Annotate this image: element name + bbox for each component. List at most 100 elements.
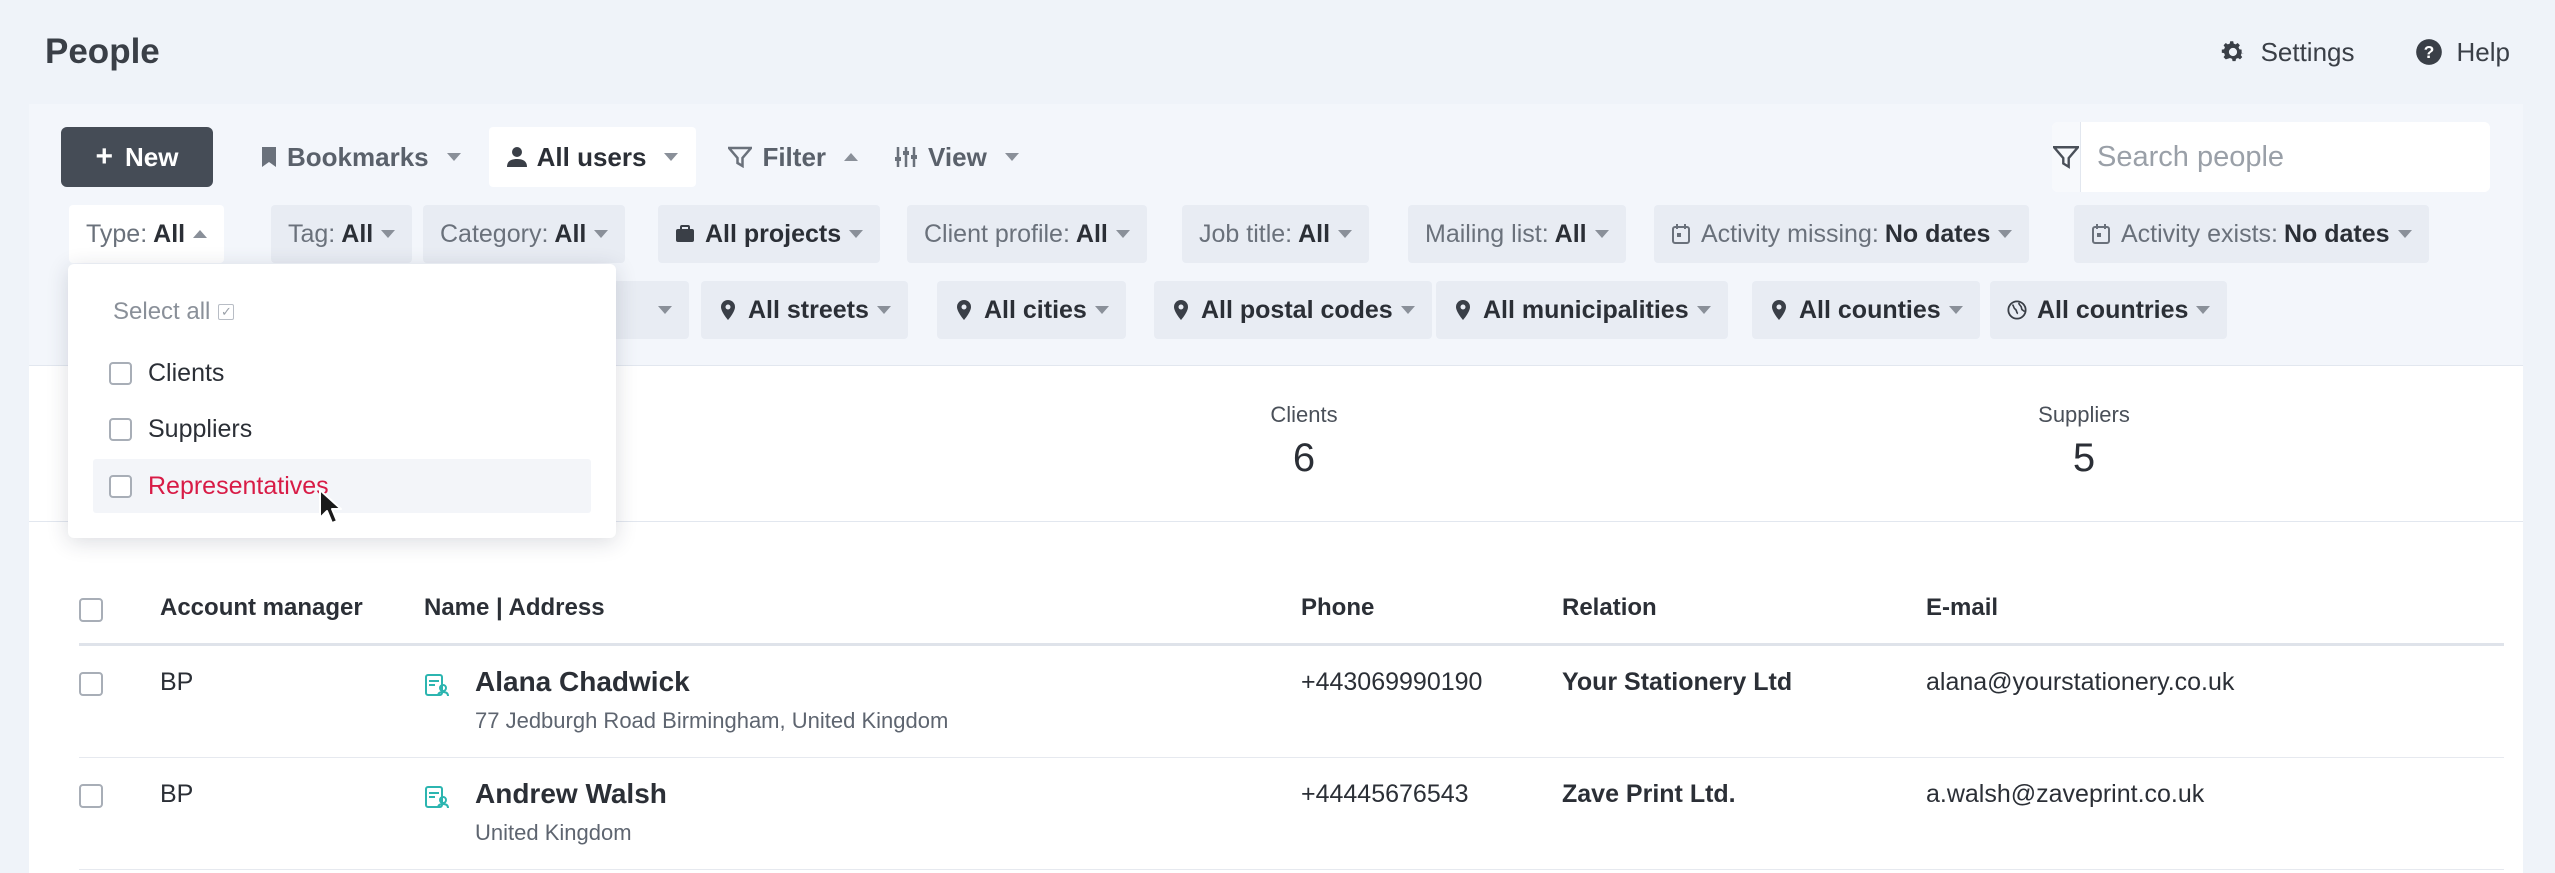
projects-filter-chip[interactable]: All projects <box>658 205 881 263</box>
page-title: People <box>45 32 160 71</box>
option-label: Representatives <box>148 471 329 500</box>
type-filter-chip[interactable]: Type: All <box>69 205 225 263</box>
option-label: Clients <box>148 358 225 387</box>
phone-cell[interactable]: +44445676543 <box>1301 780 1469 809</box>
contact-address: 77 Jedburgh Road Birmingham, United King… <box>475 708 949 733</box>
gear-icon <box>2221 41 2244 62</box>
countries-filter-chip[interactable]: All countries <box>1990 281 2228 339</box>
new-label: New <box>125 141 179 172</box>
activity-missing-filter-chip[interactable]: Activity missing: No dates <box>1654 205 2030 263</box>
name-address-cell: Alana Chadwick 77 Jedburgh Road Birmingh… <box>475 666 948 734</box>
stat-suppliers[interactable]: Suppliers 5 <box>1934 402 2234 481</box>
filter-toggle[interactable]: Filter <box>710 127 876 187</box>
top-actions: Settings ? Help <box>2219 37 2510 68</box>
globe-icon <box>2007 300 2027 320</box>
users-dropdown[interactable]: All users <box>488 127 697 187</box>
chevron-down-icon <box>1004 153 1019 161</box>
option-label: Suppliers <box>148 414 253 443</box>
row-checkbox[interactable] <box>79 672 103 696</box>
toolbar: + New Bookmarks All users Filter View <box>61 127 1037 187</box>
email-cell[interactable]: a.walsh@zaveprint.co.uk <box>1926 780 2204 809</box>
map-pin-icon <box>721 300 735 320</box>
job-title-filter-chip[interactable]: Job title: All <box>1182 205 1370 263</box>
chip-label: Job title: <box>1199 219 1293 248</box>
option-checkbox[interactable] <box>109 361 132 385</box>
search-box <box>2052 122 2490 192</box>
view-label: View <box>928 141 987 172</box>
municipalities-filter-chip[interactable]: All municipalities <box>1436 281 1728 339</box>
type-option-suppliers[interactable]: Suppliers <box>93 402 591 456</box>
stat-label: Suppliers <box>2038 402 2130 427</box>
column-email[interactable]: E-mail <box>1926 594 1998 622</box>
table-row[interactable]: BP Andrew Walsh United Kingdom +44445676… <box>79 758 2504 870</box>
row-checkbox[interactable] <box>79 784 103 808</box>
postal-codes-filter-chip[interactable]: All postal codes <box>1154 281 1432 339</box>
chip-value: All cities <box>984 295 1087 324</box>
search-input[interactable] <box>2081 122 2490 192</box>
chevron-down-icon <box>1094 306 1109 314</box>
contact-name-link[interactable]: Alana Chadwick <box>475 666 948 698</box>
chip-value: No dates <box>1884 219 1991 248</box>
map-pin-icon <box>957 300 971 320</box>
relation-cell[interactable]: Zave Print Ltd. <box>1562 780 1736 809</box>
activity-exists-filter-chip[interactable]: Activity exists: No dates <box>2074 205 2429 263</box>
select-all-option[interactable]: Select all ✓ <box>113 298 235 326</box>
client-profile-filter-chip[interactable]: Client profile: All <box>907 205 1147 263</box>
help-icon: ? <box>2415 39 2442 65</box>
check-icon: ✓ <box>218 304 235 320</box>
chip-label: Client profile: <box>924 219 1070 248</box>
chip-value: All <box>153 219 186 248</box>
account-manager-cell: BP <box>160 780 194 808</box>
chip-value: All <box>554 219 587 248</box>
contact-card-icon <box>425 674 449 697</box>
relation-cell[interactable]: Your Stationery Ltd <box>1562 668 1792 697</box>
streets-filter-chip[interactable]: All streets <box>701 281 908 339</box>
calendar-icon <box>2092 224 2110 244</box>
mailing-list-filter-chip[interactable]: Mailing list: All <box>1408 205 1626 263</box>
table-header: Account manager Name | Address Phone Rel… <box>79 574 2504 646</box>
email-cell[interactable]: alana@yourstationery.co.uk <box>1926 668 2234 697</box>
stat-clients[interactable]: Clients 6 <box>1154 402 1454 481</box>
chip-label: Tag: <box>288 219 336 248</box>
search-filter-button[interactable] <box>2052 122 2081 192</box>
chip-value: All counties <box>1799 295 1941 324</box>
tag-filter-chip[interactable]: Tag: All <box>271 205 413 263</box>
bookmarks-dropdown[interactable]: Bookmarks <box>243 127 479 187</box>
counties-filter-chip[interactable]: All counties <box>1752 281 1980 339</box>
cities-filter-chip[interactable]: All cities <box>937 281 1126 339</box>
chip-label: Type: <box>86 219 148 248</box>
chip-value: All projects <box>705 219 842 248</box>
view-dropdown[interactable]: View <box>876 127 1037 187</box>
map-pin-icon <box>1174 300 1188 320</box>
select-all-rows-checkbox[interactable] <box>79 598 103 622</box>
mouse-cursor-icon <box>319 489 342 524</box>
table-row[interactable]: BP Alana Chadwick 77 Jedburgh Road Birmi… <box>79 646 2504 758</box>
option-checkbox[interactable] <box>109 417 132 441</box>
help-link[interactable]: ? Help <box>2415 37 2510 68</box>
map-pin-icon <box>1456 300 1470 320</box>
bookmark-icon <box>262 147 276 167</box>
chip-value: All postal codes <box>1201 295 1393 324</box>
chevron-down-icon <box>381 230 396 238</box>
calendar-icon <box>1672 224 1690 244</box>
contact-address: United Kingdom <box>475 820 632 845</box>
users-label: All users <box>536 141 647 172</box>
settings-label: Settings <box>2260 36 2355 67</box>
chip-value: All <box>1298 219 1331 248</box>
column-account-manager[interactable]: Account manager <box>160 594 363 622</box>
settings-link[interactable]: Settings <box>2219 37 2355 68</box>
option-checkbox[interactable] <box>109 474 132 498</box>
phone-cell[interactable]: +443069990190 <box>1301 668 1482 697</box>
sliders-icon <box>895 147 918 167</box>
chevron-down-icon <box>664 153 679 161</box>
column-relation[interactable]: Relation <box>1562 594 1657 622</box>
type-option-clients[interactable]: Clients <box>93 346 591 400</box>
chevron-down-icon <box>876 306 891 314</box>
column-name-address[interactable]: Name | Address <box>424 594 605 622</box>
account-manager-cell: BP <box>160 668 194 696</box>
category-filter-chip[interactable]: Category: All <box>423 205 626 263</box>
chevron-up-icon <box>844 153 859 161</box>
contact-name-link[interactable]: Andrew Walsh <box>475 778 667 810</box>
column-phone[interactable]: Phone <box>1301 594 1374 622</box>
new-button[interactable]: + New <box>61 127 213 187</box>
